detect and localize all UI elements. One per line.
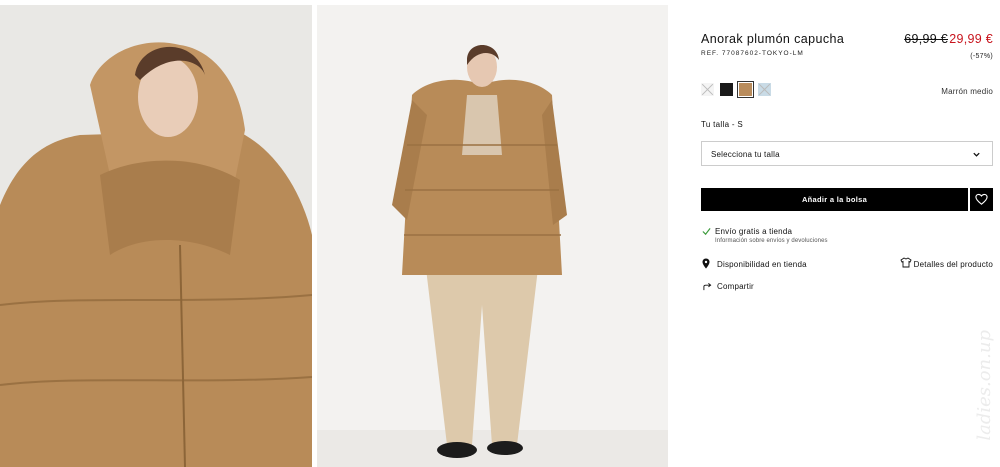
share-icon [703,282,712,291]
shipping-title: Envío gratis a tienda [715,227,793,236]
product-ref: REF. 77087602-TOKYO-LM [701,50,804,57]
product-photo-closeup[interactable] [0,5,312,467]
chevron-down-icon [973,152,980,157]
product-details-link[interactable]: Detalles del producto [914,260,993,269]
selected-color-name: Marrón medio [941,87,993,96]
size-label: Tu talla - S [701,120,743,129]
store-availability-link[interactable]: Disponibilidad en tienda [717,260,807,269]
swatch-white[interactable] [701,83,714,96]
watermark: ladies.on.up [972,330,996,467]
color-swatches [701,81,771,98]
size-select[interactable]: Selecciona tu talla [701,141,993,166]
swatch-light-blue[interactable] [758,83,771,96]
product-title: Anorak plumón capucha [701,32,845,46]
location-pin-icon [702,258,710,269]
check-icon [702,227,711,236]
sale-price: 29,99 € [949,32,993,46]
share-link[interactable]: Compartir [717,282,754,291]
swatch-black[interactable] [720,83,733,96]
shipping-info-link[interactable]: Información sobre envíos y devoluciones [715,238,828,244]
hanger-icon [900,257,912,268]
discount-badge: (-57%) [970,53,993,60]
watermark-text: ladies.on.up [974,330,995,441]
product-photo-fullbody[interactable] [317,5,668,467]
size-select-placeholder: Selecciona tu talla [711,150,780,159]
wishlist-button[interactable] [970,188,993,211]
product-info-panel: Anorak plumón capucha REF. 77087602-TOKY… [701,0,993,467]
original-price: 69,99 € [904,32,948,46]
heart-icon [975,193,988,205]
add-to-bag-button[interactable]: Añadir a la bolsa [701,188,968,211]
swatch-medium-brown[interactable] [737,81,754,98]
